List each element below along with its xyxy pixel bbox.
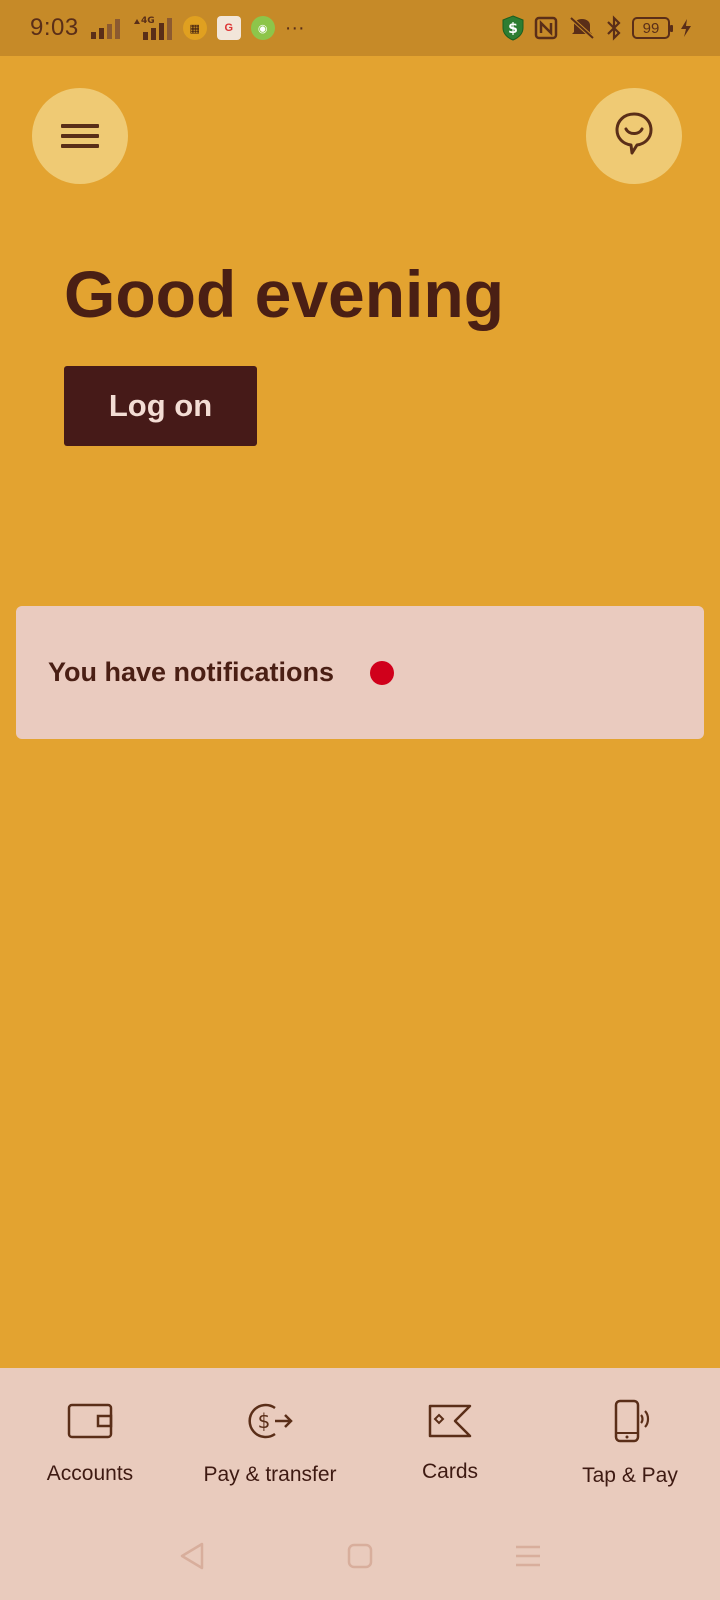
svg-text:$: $ [508, 21, 518, 37]
signal-icon [89, 16, 121, 40]
hamburger-icon [61, 118, 99, 154]
card-icon [427, 1403, 473, 1444]
nfc-icon [534, 16, 558, 40]
status-time: 9:03 [30, 14, 79, 41]
notification-dot [370, 660, 395, 685]
back-icon[interactable] [178, 1541, 206, 1571]
nav-item-pay-transfer[interactable]: $ Pay & transfer [180, 1368, 360, 1512]
security-shield-icon: $ [502, 15, 524, 41]
google-icon: G [216, 16, 241, 40]
status-bar-right: $ 99 [502, 15, 692, 41]
charging-icon [680, 18, 692, 38]
recents-icon[interactable] [514, 1543, 542, 1569]
notifications-card[interactable]: You have notifications [16, 606, 704, 739]
nav-item-tap-pay[interactable]: Tap & Pay [540, 1368, 720, 1512]
nav-label-tap-pay: Tap & Pay [582, 1463, 678, 1487]
svg-text:$: $ [258, 1409, 271, 1433]
wallet-icon [66, 1401, 114, 1446]
home-icon[interactable] [346, 1542, 374, 1570]
menu-button[interactable] [32, 88, 128, 184]
bottom-navigation: Accounts $ Pay & transfer Cards Tap & Pa… [0, 1368, 720, 1512]
chat-bubble-smile-icon [612, 110, 656, 163]
nav-label-pay-transfer: Pay & transfer [203, 1462, 337, 1486]
nav-item-accounts[interactable]: Accounts [0, 1368, 180, 1512]
vibrate-off-icon [568, 16, 596, 40]
network-label: 4G [141, 16, 155, 26]
greeting-heading: Good evening [64, 257, 505, 331]
pay-transfer-icon: $ [245, 1400, 295, 1447]
status-bar-left: 9:03 4G ▦ G ◉ ··· [30, 14, 305, 42]
bluetooth-icon [606, 15, 622, 41]
more-notifications-icon: ··· [284, 16, 305, 39]
app-green-icon: ◉ [250, 16, 275, 40]
nav-label-cards: Cards [421, 1459, 479, 1483]
tap-pay-icon [608, 1399, 652, 1448]
status-bar: 9:03 4G ▦ G ◉ ··· $ 99 [0, 0, 720, 56]
chat-button[interactable] [586, 88, 682, 184]
system-navigation-bar [0, 1512, 720, 1600]
nav-item-cards[interactable]: Cards [360, 1368, 540, 1512]
signal-4g-icon: 4G [131, 14, 173, 42]
notifications-label: You have notifications [48, 657, 335, 687]
nav-label-accounts: Accounts [46, 1461, 134, 1485]
battery-indicator: 99 [632, 17, 673, 39]
app-notification-icon: ▦ [182, 16, 207, 40]
log-on-button[interactable]: Log on [64, 366, 257, 446]
